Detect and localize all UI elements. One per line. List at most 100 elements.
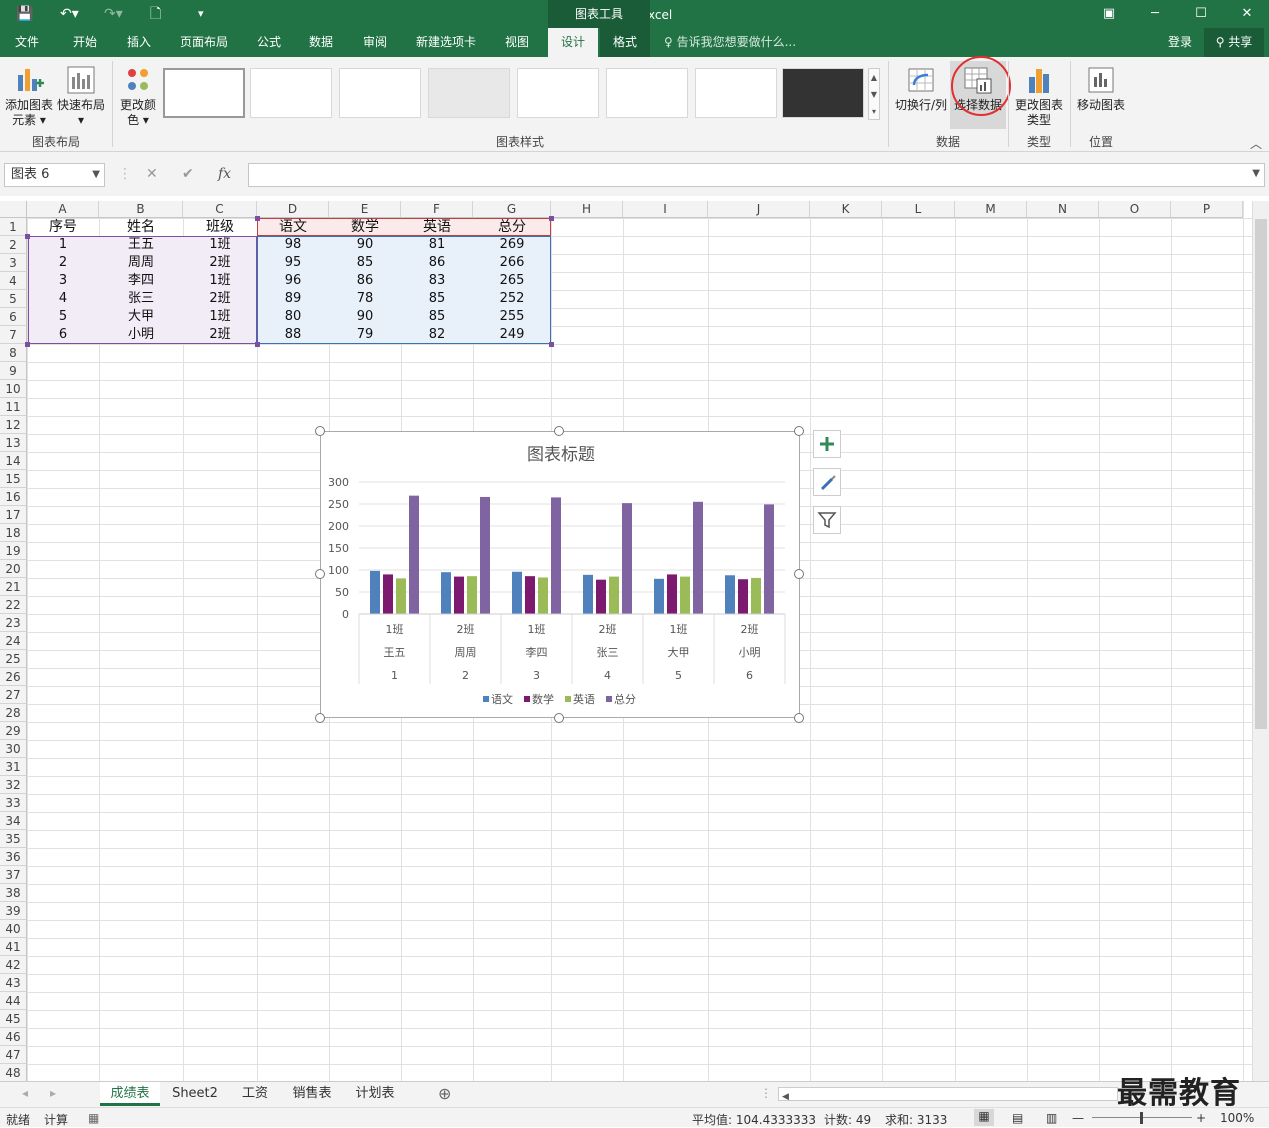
tab-insert[interactable]: 插入 bbox=[116, 28, 162, 57]
row-header[interactable]: 43 bbox=[0, 974, 27, 992]
column-header[interactable]: B bbox=[99, 201, 183, 218]
prev-sheet-icon[interactable]: ◂ bbox=[22, 1086, 28, 1100]
data-cell[interactable]: 83 bbox=[401, 272, 473, 290]
data-cell[interactable]: 大甲 bbox=[99, 308, 183, 326]
change-chart-type-button[interactable]: 更改图表类型 bbox=[1012, 65, 1066, 128]
page-break-view-icon[interactable]: ▥ bbox=[1046, 1111, 1057, 1125]
data-cell[interactable]: 4 bbox=[27, 290, 99, 308]
styles-scroll[interactable]: ▲ ▼ ▾ bbox=[868, 68, 880, 120]
row-header[interactable]: 26 bbox=[0, 668, 27, 686]
sheet-tab[interactable]: 工资 bbox=[232, 1082, 278, 1106]
row-header[interactable]: 7 bbox=[0, 326, 27, 344]
row-header[interactable]: 41 bbox=[0, 938, 27, 956]
data-cell[interactable]: 2班 bbox=[183, 290, 257, 308]
row-header[interactable]: 39 bbox=[0, 902, 27, 920]
data-cell[interactable]: 张三 bbox=[99, 290, 183, 308]
header-cell[interactable]: 序号 bbox=[27, 218, 99, 236]
data-cell[interactable]: 王五 bbox=[99, 236, 183, 254]
add-sheet-icon[interactable]: ⊕ bbox=[438, 1084, 451, 1103]
tab-new[interactable]: 新建选项卡 bbox=[406, 28, 486, 57]
row-header[interactable]: 27 bbox=[0, 686, 27, 704]
chart-style-7[interactable] bbox=[695, 68, 777, 118]
data-cell[interactable]: 小明 bbox=[99, 326, 183, 344]
row-header[interactable]: 28 bbox=[0, 704, 27, 722]
sheet-tab-active[interactable]: 成绩表 bbox=[100, 1082, 160, 1106]
column-header[interactable]: M bbox=[955, 201, 1027, 218]
data-cell[interactable]: 81 bbox=[401, 236, 473, 254]
tab-splitter[interactable]: ⋮ bbox=[760, 1086, 772, 1100]
close-icon[interactable]: ✕ bbox=[1224, 2, 1269, 26]
data-cell[interactable]: 95 bbox=[257, 254, 329, 272]
minimize-icon[interactable]: ─ bbox=[1132, 2, 1178, 26]
row-header[interactable]: 16 bbox=[0, 488, 27, 506]
data-cell[interactable]: 79 bbox=[329, 326, 401, 344]
column-header[interactable]: A bbox=[27, 201, 99, 218]
add-chart-element-button[interactable]: 添加图表元素 ▾ bbox=[2, 65, 56, 128]
row-header[interactable]: 21 bbox=[0, 578, 27, 596]
data-cell[interactable]: 82 bbox=[401, 326, 473, 344]
row-header[interactable]: 10 bbox=[0, 380, 27, 398]
chart-style-8[interactable] bbox=[782, 68, 864, 118]
tab-review[interactable]: 审阅 bbox=[352, 28, 398, 57]
row-header[interactable]: 2 bbox=[0, 236, 27, 254]
zoom-out-icon[interactable]: — bbox=[1072, 1111, 1084, 1125]
column-header[interactable]: F bbox=[401, 201, 473, 218]
scroll-thumb[interactable] bbox=[1255, 219, 1267, 729]
row-header[interactable]: 22 bbox=[0, 596, 27, 614]
row-header[interactable]: 38 bbox=[0, 884, 27, 902]
data-cell[interactable]: 78 bbox=[329, 290, 401, 308]
enter-icon[interactable]: ✔ bbox=[182, 166, 194, 182]
row-header[interactable]: 17 bbox=[0, 506, 27, 524]
data-cell[interactable]: 252 bbox=[473, 290, 551, 308]
range-handle[interactable] bbox=[255, 216, 260, 221]
cancel-icon[interactable]: ✕ bbox=[146, 166, 158, 182]
data-cell[interactable]: 85 bbox=[329, 254, 401, 272]
data-cell[interactable]: 86 bbox=[329, 272, 401, 290]
row-header[interactable]: 24 bbox=[0, 632, 27, 650]
row-header[interactable]: 44 bbox=[0, 992, 27, 1010]
resize-handle[interactable] bbox=[794, 713, 804, 723]
column-header[interactable]: L bbox=[882, 201, 955, 218]
data-cell[interactable]: 96 bbox=[257, 272, 329, 290]
resize-handle[interactable] bbox=[554, 713, 564, 723]
chart-style-6[interactable] bbox=[606, 68, 688, 118]
collapse-ribbon-icon[interactable]: ︿ bbox=[1250, 135, 1262, 152]
column-header[interactable]: E bbox=[329, 201, 401, 218]
column-header[interactable]: I bbox=[623, 201, 708, 218]
data-cell[interactable]: 1 bbox=[27, 236, 99, 254]
row-header[interactable]: 18 bbox=[0, 524, 27, 542]
data-cell[interactable]: 80 bbox=[257, 308, 329, 326]
resize-handle[interactable] bbox=[315, 569, 325, 579]
row-header[interactable]: 46 bbox=[0, 1028, 27, 1046]
column-header[interactable]: C bbox=[183, 201, 257, 218]
row-header[interactable]: 47 bbox=[0, 1046, 27, 1064]
chart-style-1[interactable] bbox=[163, 68, 245, 118]
data-cell[interactable]: 98 bbox=[257, 236, 329, 254]
normal-view-icon[interactable]: ▦ bbox=[974, 1109, 994, 1126]
chart-style-4[interactable] bbox=[428, 68, 510, 118]
chart-style-3[interactable] bbox=[339, 68, 421, 118]
zoom-in-icon[interactable]: + bbox=[1196, 1111, 1206, 1125]
column-header[interactable]: K bbox=[810, 201, 882, 218]
row-header[interactable]: 48 bbox=[0, 1064, 27, 1081]
column-header[interactable]: P bbox=[1171, 201, 1243, 218]
chart-styles-button[interactable] bbox=[813, 468, 841, 496]
formula-input[interactable]: ▼ bbox=[248, 163, 1265, 187]
range-handle[interactable] bbox=[549, 216, 554, 221]
status-calc[interactable]: 计算 bbox=[44, 1111, 68, 1128]
data-cell[interactable]: 5 bbox=[27, 308, 99, 326]
column-header[interactable]: O bbox=[1099, 201, 1171, 218]
move-chart-button[interactable]: 移动图表 bbox=[1074, 65, 1128, 113]
tab-file[interactable]: 文件 bbox=[4, 28, 50, 57]
data-cell[interactable]: 89 bbox=[257, 290, 329, 308]
range-handle[interactable] bbox=[255, 342, 260, 347]
row-header[interactable]: 35 bbox=[0, 830, 27, 848]
scroll-left-icon[interactable]: ◀ bbox=[779, 1092, 789, 1102]
name-box[interactable]: 图表 6 ▼ bbox=[4, 163, 105, 187]
row-header[interactable]: 30 bbox=[0, 740, 27, 758]
header-cell[interactable]: 数学 bbox=[329, 218, 401, 236]
tab-page-layout[interactable]: 页面布局 bbox=[172, 28, 236, 57]
page-layout-view-icon[interactable]: ▤ bbox=[1012, 1111, 1023, 1125]
share-button[interactable]: ⚲ 共享 bbox=[1204, 28, 1264, 57]
row-header[interactable]: 19 bbox=[0, 542, 27, 560]
